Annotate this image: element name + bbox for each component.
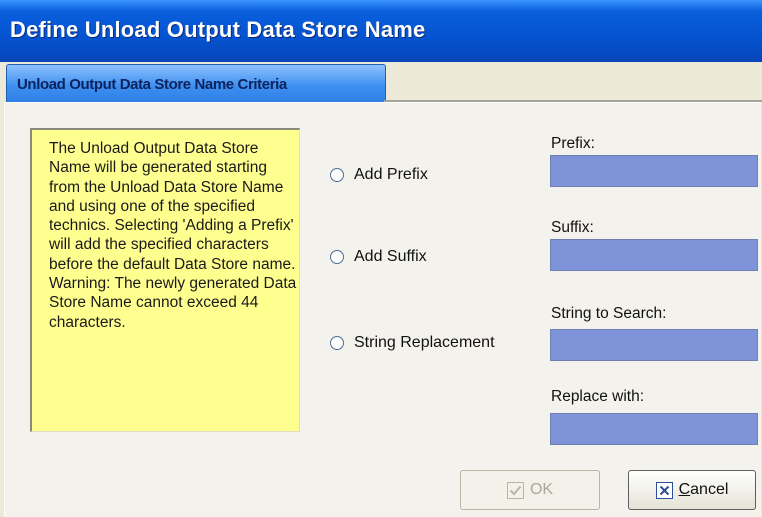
radio-string-replacement[interactable]: String Replacement xyxy=(330,334,495,352)
radio-add-suffix[interactable]: Add Suffix xyxy=(330,248,427,266)
ok-button[interactable]: OK xyxy=(460,470,600,510)
prefix-label: Prefix: xyxy=(551,135,595,152)
tab-criteria[interactable]: Unload Output Data Store Name Criteria xyxy=(6,64,386,103)
dialog-window: Define Unload Output Data Store Name Unl… xyxy=(0,0,762,517)
cancel-button[interactable]: Cancel xyxy=(628,470,756,510)
radio-add-suffix-label: Add Suffix xyxy=(354,248,427,265)
cancel-label-rest: ancel xyxy=(690,481,729,498)
radio-add-prefix-label: Add Prefix xyxy=(354,166,428,183)
prefix-input[interactable] xyxy=(550,155,758,187)
title-bar[interactable]: Define Unload Output Data Store Name xyxy=(0,0,762,62)
tab-strip: Unload Output Data Store Name Criteria xyxy=(0,62,762,103)
check-icon xyxy=(506,481,524,499)
string-to-search-input[interactable] xyxy=(550,329,758,361)
close-icon xyxy=(655,481,673,499)
radio-string-replacement-label: String Replacement xyxy=(354,334,495,351)
window-title: Define Unload Output Data Store Name xyxy=(10,17,426,42)
cancel-accelerator: C xyxy=(678,481,691,498)
ok-button-label: OK xyxy=(529,481,554,498)
string-to-search-label: String to Search: xyxy=(551,305,667,322)
replace-with-label: Replace with: xyxy=(551,388,645,405)
replace-with-input[interactable] xyxy=(550,413,758,445)
suffix-input[interactable] xyxy=(550,239,758,271)
cancel-button-label: Cancel xyxy=(679,481,729,499)
radio-circle-icon[interactable] xyxy=(330,336,344,350)
radio-circle-icon[interactable] xyxy=(330,168,344,182)
info-text: The Unload Output Data Store Name will b… xyxy=(49,140,297,331)
suffix-label: Suffix: xyxy=(551,219,594,236)
info-note: The Unload Output Data Store Name will b… xyxy=(30,128,300,432)
radio-add-prefix[interactable]: Add Prefix xyxy=(330,166,428,184)
tab-criteria-label: Unload Output Data Store Name Criteria xyxy=(17,76,287,93)
radio-circle-icon[interactable] xyxy=(330,250,344,264)
